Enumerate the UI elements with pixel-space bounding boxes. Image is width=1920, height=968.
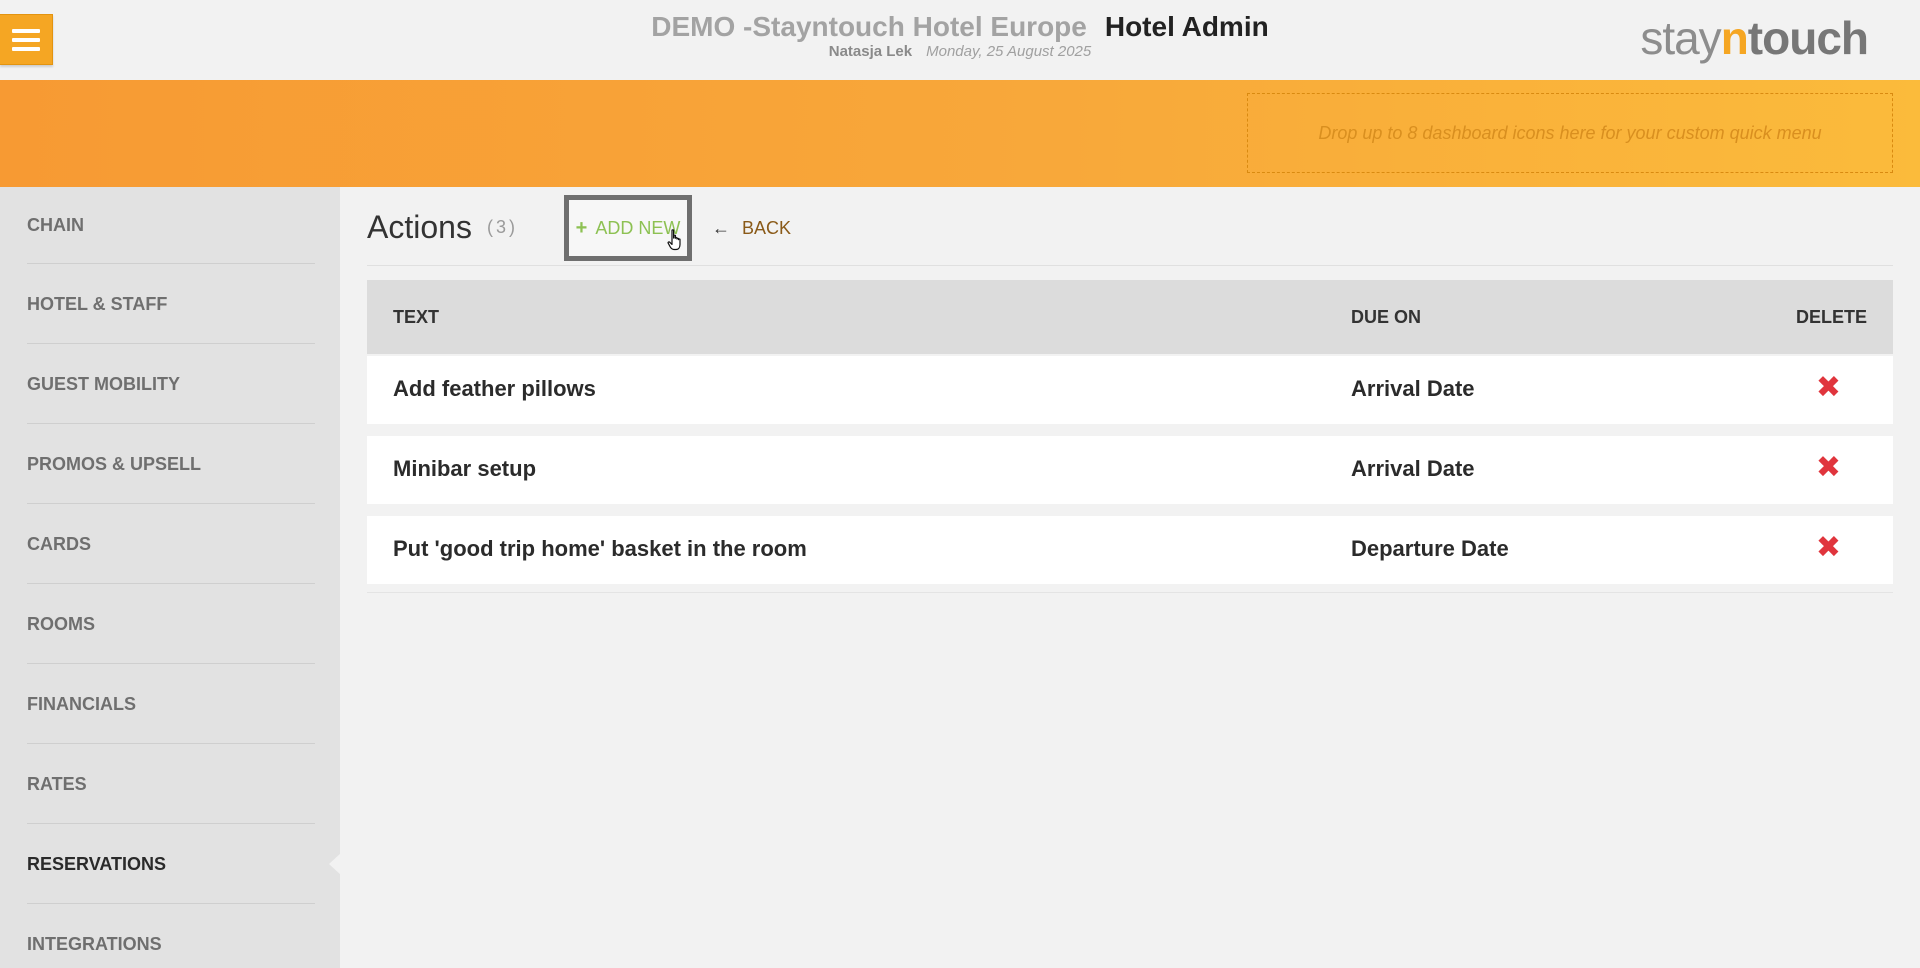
action-due-on: Arrival Date <box>1351 456 1475 481</box>
sidebar-item-label: CHAIN <box>27 215 84 235</box>
action-text: Add feather pillows <box>393 376 596 401</box>
action-due-on: Arrival Date <box>1351 376 1475 401</box>
sidebar-item-rates[interactable]: RATES <box>0 744 340 824</box>
hand-cursor-icon <box>667 229 681 251</box>
sidebar-item-rooms[interactable]: ROOMS <box>0 584 340 664</box>
sidebar-item-label: HOTEL & STAFF <box>27 293 168 314</box>
sidebar-item-label: PROMOS & UPSELL <box>27 453 202 474</box>
sidebar-item-financials[interactable]: FINANCIALS <box>0 664 340 744</box>
column-header-due-on: DUE ON <box>1351 307 1422 327</box>
active-pointer-icon <box>329 853 340 875</box>
delete-icon[interactable]: ✖ <box>1816 372 1841 404</box>
column-header-delete: DELETE <box>1795 307 1867 327</box>
sidebar-item-hotel-staff[interactable]: HOTEL & STAFF <box>0 264 340 344</box>
sidebar-item-promos-upsell[interactable]: PROMOS & UPSELL <box>0 424 340 504</box>
table-row[interactable]: Minibar setup Arrival Date ✖ <box>367 436 1893 504</box>
user-date-line: Natasja Lek Monday, 25 August 2025 <box>0 44 1920 60</box>
back-label: BACK <box>742 217 792 238</box>
delete-icon[interactable]: ✖ <box>1816 532 1841 564</box>
add-new-button[interactable]: + ADD NEW <box>564 195 692 261</box>
logo-part-stay: stay <box>1640 12 1721 64</box>
top-header: DEMO -Stayntouch Hotel Europe Hotel Admin… <box>0 0 1920 80</box>
table-divider <box>367 592 1893 593</box>
title-line: DEMO -Stayntouch Hotel Europe Hotel Admin <box>0 10 1920 44</box>
sidebar-item-label: ROOMS <box>27 613 96 634</box>
hotel-name: DEMO -Stayntouch Hotel Europe <box>651 11 1087 42</box>
app-name: Hotel Admin <box>1104 11 1269 42</box>
sidebar-item-reservations[interactable]: RESERVATIONS <box>0 824 340 904</box>
actions-table: TEXT DUE ON DELETE Add feather pillows A… <box>367 280 1893 593</box>
sidebar-item-label: FINANCIALS <box>27 693 136 714</box>
item-count: (3) <box>487 217 518 237</box>
column-header-text: TEXT <box>393 307 440 327</box>
sidebar-item-label: INTEGRATIONS <box>27 933 162 954</box>
sidebar-item-cards[interactable]: CARDS <box>0 504 340 584</box>
plus-icon: + <box>575 216 588 239</box>
sidebar-item-label: RATES <box>27 773 87 794</box>
sidebar-item-chain[interactable]: CHAIN <box>0 187 340 264</box>
logo-part-touch: touch <box>1747 12 1869 64</box>
logo-part-n: n <box>1720 12 1749 64</box>
main-content: Actions (3) + ADD NEW ← BACK TEXT DUE ON… <box>340 187 1920 968</box>
table-row[interactable]: Put 'good trip home' basket in the room … <box>367 516 1893 584</box>
sidebar-item-guest-mobility[interactable]: GUEST MOBILITY <box>0 344 340 424</box>
back-arrow-icon: ← <box>712 217 730 238</box>
action-due-on: Departure Date <box>1351 536 1509 561</box>
page-title: Actions <box>367 209 472 245</box>
action-text: Minibar setup <box>393 456 537 481</box>
user-name: Natasja Lek <box>828 43 913 60</box>
stayntouch-logo: stayntouch <box>1640 12 1869 64</box>
sidebar-item-label: GUEST MOBILITY <box>27 373 180 394</box>
sidebar-item-integrations[interactable]: INTEGRATIONS <box>0 904 340 968</box>
quick-menu-drop-zone[interactable]: Drop up to 8 dashboard icons here for yo… <box>1247 93 1893 173</box>
title-block: DEMO -Stayntouch Hotel Europe Hotel Admin… <box>0 10 1920 60</box>
table-header: TEXT DUE ON DELETE <box>367 280 1893 354</box>
page-heading-bar: Actions (3) + ADD NEW ← BACK <box>367 187 1893 266</box>
current-date: Monday, 25 August 2025 <box>926 43 1092 60</box>
quick-menu-banner: Drop up to 8 dashboard icons here for yo… <box>0 80 1920 187</box>
sidebar-item-label: CARDS <box>27 533 92 554</box>
table-row[interactable]: Add feather pillows Arrival Date ✖ <box>367 356 1893 424</box>
action-text: Put 'good trip home' basket in the room <box>393 536 807 561</box>
delete-icon[interactable]: ✖ <box>1816 452 1841 484</box>
drop-zone-text: Drop up to 8 dashboard icons here for yo… <box>1318 122 1822 143</box>
sidebar-item-label: RESERVATIONS <box>27 853 167 874</box>
back-link[interactable]: ← BACK <box>712 213 791 243</box>
admin-sidebar: CHAIN HOTEL & STAFF GUEST MOBILITY PROMO… <box>0 187 340 968</box>
